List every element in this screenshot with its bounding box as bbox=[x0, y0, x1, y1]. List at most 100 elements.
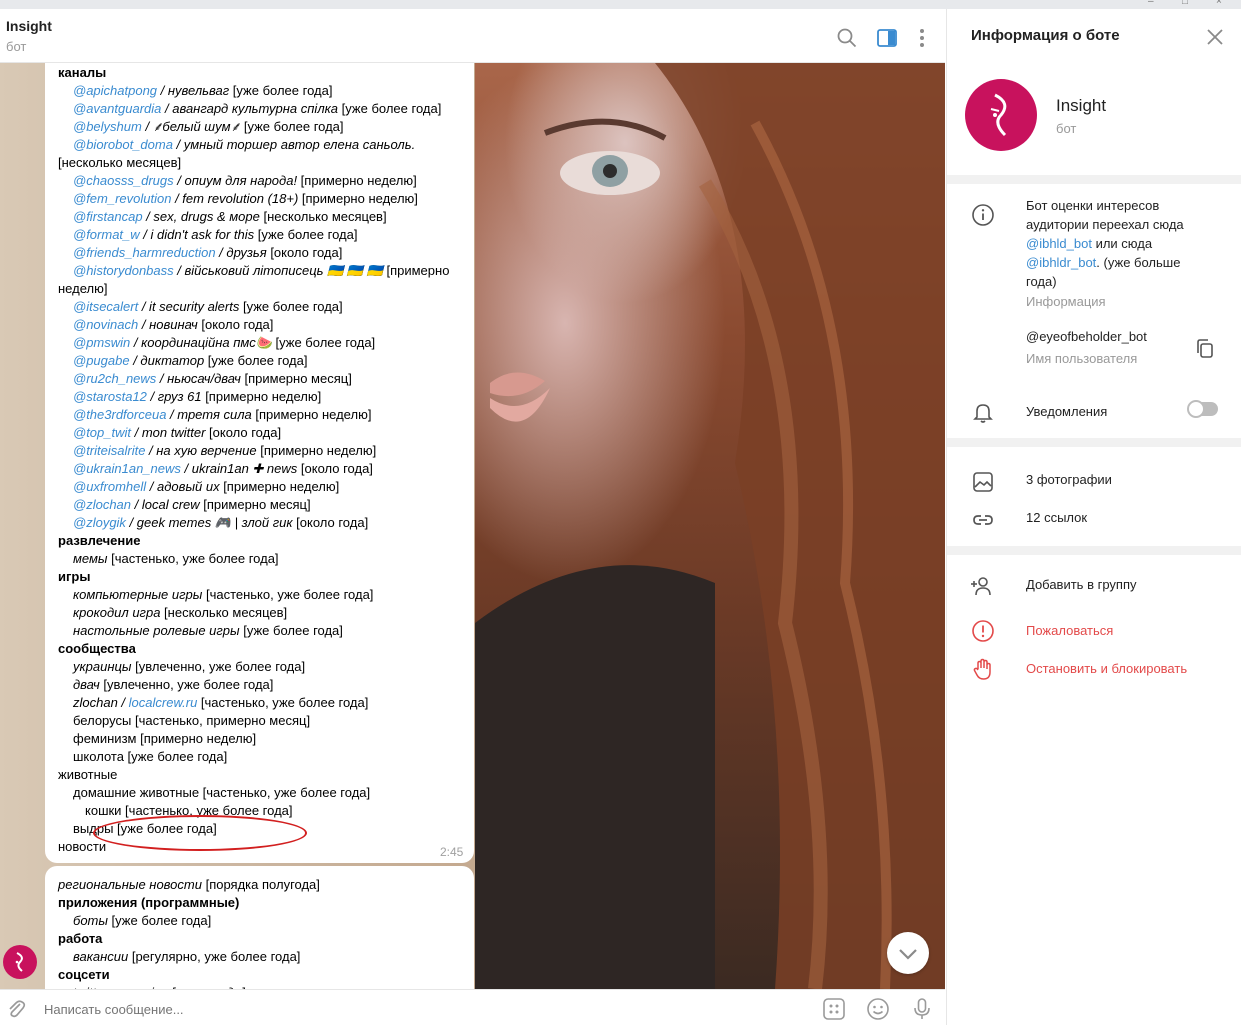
divider bbox=[947, 175, 1241, 184]
channel-link[interactable]: @zloygik bbox=[73, 515, 126, 530]
line-text: [уже более года] bbox=[239, 623, 343, 638]
channel-link[interactable]: @friends_harmreduction bbox=[73, 245, 216, 260]
bot-commands-icon[interactable] bbox=[822, 997, 846, 1021]
chat-area[interactable]: каналы @apichatpong / нувельваг [уже боле… bbox=[0, 63, 945, 989]
minimize-icon[interactable]: – bbox=[1148, 0, 1158, 7]
report-button[interactable]: Пожаловаться bbox=[1026, 623, 1113, 638]
line-text: [частенько, уже более года] bbox=[197, 695, 369, 710]
photo-icon bbox=[973, 472, 993, 492]
description-line: года) bbox=[1026, 274, 1057, 289]
channel-link[interactable]: @uxfromhell bbox=[73, 479, 146, 494]
channel-link[interactable]: @the3rdforceua bbox=[73, 407, 166, 422]
line-text: [около года] bbox=[205, 425, 282, 440]
channel-link[interactable]: @belyshum bbox=[73, 119, 142, 134]
link-icon bbox=[973, 515, 993, 525]
bot-description: Бот оценки интересов аудитории переехал … bbox=[1026, 196, 1226, 291]
message-bubble[interactable]: каналы @apichatpong / нувельваг [уже боле… bbox=[45, 63, 474, 863]
line-text: [примерно неделю] bbox=[219, 479, 340, 494]
interest-line: настольные ролевые игры [уже более года] bbox=[73, 622, 343, 640]
line-text: [около года] bbox=[266, 245, 343, 260]
channel-link[interactable]: @pmswin bbox=[73, 335, 130, 350]
line-text: / it security alerts bbox=[138, 299, 240, 314]
channel-link[interactable]: @top_twit bbox=[73, 425, 131, 440]
channel-link[interactable]: localcrew.ru bbox=[129, 695, 198, 710]
line-text: / sex, drugs & море bbox=[142, 209, 260, 224]
chat-title[interactable]: Insight bbox=[6, 18, 52, 34]
interest-line: @avantguardia / авангард культурна спілк… bbox=[73, 100, 441, 118]
channel-link[interactable]: @fem_revolution bbox=[73, 191, 171, 206]
channel-link[interactable]: @avantguardia bbox=[73, 101, 161, 116]
interest-line: @firstancap / sex, drugs & море [несколь… bbox=[73, 208, 387, 226]
channel-link[interactable]: @firstancap bbox=[73, 209, 143, 224]
photos-item[interactable]: 3 фотографии bbox=[1026, 472, 1112, 487]
line-text: каналы bbox=[58, 65, 107, 80]
message-input[interactable] bbox=[42, 998, 802, 1020]
line-text: [около года] bbox=[297, 461, 373, 476]
bot-link-ibhldr[interactable]: @ibhldr_bot bbox=[1026, 255, 1096, 270]
channel-link[interactable]: @triteisalrite bbox=[73, 443, 145, 458]
copy-icon[interactable] bbox=[1193, 337, 1217, 361]
line-text: [примерно bbox=[382, 263, 450, 278]
add-to-group-button[interactable]: Добавить в группу bbox=[1026, 577, 1137, 592]
line-text: / умный торшер автор елена саньоль. bbox=[172, 137, 416, 152]
channel-link[interactable]: @zlochan bbox=[73, 497, 131, 512]
emoji-icon[interactable] bbox=[866, 997, 890, 1021]
bot-avatar[interactable] bbox=[965, 79, 1037, 151]
line-text: [уже более года] bbox=[239, 299, 343, 314]
notifications-toggle[interactable] bbox=[1187, 400, 1218, 418]
interest-line: новости bbox=[58, 838, 106, 856]
interest-line: @friends_harmreduction / друзья [около г… bbox=[73, 244, 342, 262]
bot-info-panel: Информация о боте Insight бот Бот оценки… bbox=[946, 9, 1241, 1025]
microphone-icon[interactable] bbox=[910, 997, 934, 1021]
channel-link[interactable]: @historydonbass bbox=[73, 263, 174, 278]
channel-link[interactable]: @ru2ch_news bbox=[73, 371, 156, 386]
bot-name: Insight bbox=[1056, 96, 1107, 115]
channel-link[interactable]: @apichatpong bbox=[73, 83, 157, 98]
scroll-down-button[interactable] bbox=[887, 932, 929, 974]
channel-link[interactable]: @biorobot_doma bbox=[73, 137, 173, 152]
line-text: феминизм [примерно неделю] bbox=[73, 731, 257, 746]
more-menu-icon[interactable] bbox=[911, 27, 933, 49]
line-text: / авангард культурна спілка bbox=[161, 101, 339, 116]
line-text: / geek memes 🎮 | злой гик bbox=[125, 515, 293, 530]
interest-line: @novinach / новинач [около года] bbox=[73, 316, 273, 334]
chat-photo[interactable] bbox=[475, 63, 945, 989]
line-text: [уже более года] bbox=[204, 353, 308, 368]
links-item[interactable]: 12 ссылок bbox=[1026, 510, 1087, 525]
close-icon[interactable] bbox=[1205, 27, 1225, 47]
interest-line: @pmswin / координаційна пмс🍉 [уже более … bbox=[73, 334, 375, 352]
line-text: / третя сила bbox=[166, 407, 252, 422]
channel-link[interactable]: @pugabe bbox=[73, 353, 130, 368]
interest-line: белорусы [частенько, примерно месяц] bbox=[73, 712, 310, 730]
category-heading: сообщества bbox=[58, 640, 136, 658]
message-bubble-2[interactable]: региональные новости [порядка полугода] п… bbox=[45, 866, 474, 989]
description-line: . (уже больше bbox=[1096, 255, 1181, 270]
line-text: [частенько, уже более года] bbox=[202, 587, 374, 602]
line-text: [около года] bbox=[292, 515, 369, 530]
category-heading: развлечение bbox=[58, 532, 140, 550]
interest-line: животные bbox=[58, 766, 117, 784]
line-text: неделю] bbox=[58, 281, 108, 296]
interest-line: @zloygik / geek memes 🎮 | злой гик [окол… bbox=[73, 514, 368, 532]
interest-line: @itsecalert / it security alerts [уже бо… bbox=[73, 298, 343, 316]
interest-line: @the3rdforceua / третя сила [примерно не… bbox=[73, 406, 371, 424]
bot-link-ibhld[interactable]: @ibhld_bot bbox=[1026, 236, 1092, 251]
channel-link[interactable]: @chaosss_drugs bbox=[73, 173, 174, 188]
maximize-icon[interactable]: □ bbox=[1182, 0, 1192, 7]
search-icon[interactable] bbox=[836, 27, 858, 49]
close-window-icon[interactable]: × bbox=[1216, 0, 1226, 7]
line-text: / mon twitter bbox=[131, 425, 206, 440]
interest-line: @apichatpong / нувельваг [уже более года… bbox=[73, 82, 332, 100]
channel-link[interactable]: @ukrain1an_news bbox=[73, 461, 181, 476]
block-bot-button[interactable]: Остановить и блокировать bbox=[1026, 661, 1187, 676]
sidebar-toggle-icon[interactable] bbox=[876, 27, 898, 49]
attach-icon[interactable] bbox=[4, 997, 28, 1021]
line-text: домашние животные [частенько, уже более … bbox=[73, 785, 371, 800]
bot-avatar-small[interactable] bbox=[3, 945, 37, 979]
channel-link[interactable]: @novinach bbox=[73, 317, 138, 332]
channel-link[interactable]: @format_w bbox=[73, 227, 140, 242]
interest-line: @starosta12 / груз 61 [примерно неделю] bbox=[73, 388, 321, 406]
bot-username[interactable]: @eyeofbeholder_bot bbox=[1026, 329, 1147, 344]
channel-link[interactable]: @itsecalert bbox=[73, 299, 138, 314]
channel-link[interactable]: @starosta12 bbox=[73, 389, 147, 404]
